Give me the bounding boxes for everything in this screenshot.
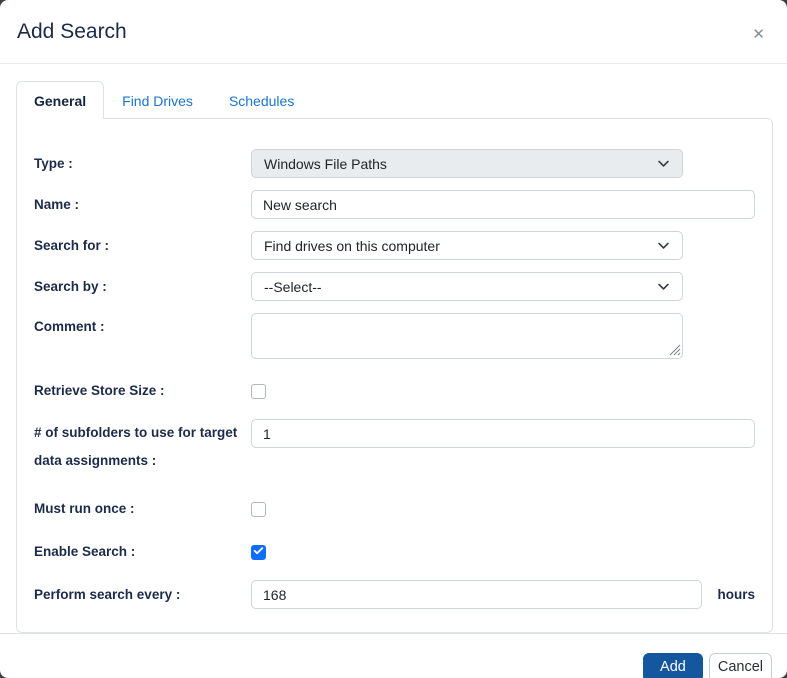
type-select[interactable]: Windows File Paths bbox=[251, 149, 683, 178]
chevron-down-icon bbox=[657, 280, 670, 293]
tab-general[interactable]: General bbox=[16, 81, 104, 119]
search-for-row: Search for : Find drives on this compute… bbox=[34, 231, 755, 260]
enable-search-row: Enable Search : bbox=[34, 538, 755, 566]
type-select-value: Windows File Paths bbox=[264, 156, 387, 172]
dialog-header: Add Search ✕ bbox=[0, 0, 787, 64]
search-by-label: Search by : bbox=[34, 273, 251, 301]
comment-row: Comment : bbox=[34, 313, 755, 359]
chevron-down-icon bbox=[657, 239, 670, 252]
dialog-footer: Add Cancel bbox=[0, 633, 787, 678]
add-button[interactable]: Add bbox=[643, 653, 703, 678]
search-for-select-value: Find drives on this computer bbox=[264, 238, 440, 254]
name-input[interactable] bbox=[251, 190, 755, 219]
search-by-select-value: --Select-- bbox=[264, 279, 322, 295]
enable-search-label: Enable Search : bbox=[34, 538, 251, 566]
type-row: Type : Windows File Paths bbox=[34, 149, 755, 178]
name-row: Name : bbox=[34, 190, 755, 219]
perform-search-every-input[interactable] bbox=[251, 580, 702, 609]
name-label: Name : bbox=[34, 191, 251, 219]
enable-search-checkbox[interactable] bbox=[251, 545, 266, 560]
tab-bar: General Find Drives Schedules bbox=[16, 81, 773, 118]
close-icon[interactable]: ✕ bbox=[746, 21, 771, 48]
dialog-title: Add Search bbox=[17, 19, 127, 45]
checkmark-icon bbox=[253, 543, 264, 561]
comment-field-wrap bbox=[251, 313, 683, 359]
must-run-once-checkbox[interactable] bbox=[251, 502, 266, 517]
subfolders-input[interactable] bbox=[251, 419, 755, 448]
type-label: Type : bbox=[34, 150, 251, 178]
search-for-select[interactable]: Find drives on this computer bbox=[251, 231, 683, 260]
subfolders-label: # of subfolders to use for target data a… bbox=[34, 419, 251, 475]
tab-schedules[interactable]: Schedules bbox=[211, 81, 312, 119]
comment-textarea[interactable] bbox=[251, 313, 683, 359]
retrieve-store-size-row: Retrieve Store Size : bbox=[34, 377, 755, 405]
perform-search-every-row: Perform search every : hours bbox=[34, 580, 755, 609]
must-run-once-label: Must run once : bbox=[34, 495, 251, 523]
tab-find-drives[interactable]: Find Drives bbox=[104, 81, 211, 119]
retrieve-store-size-checkbox[interactable] bbox=[251, 384, 266, 399]
tab-panel-general: Type : Windows File Paths Name : Search … bbox=[16, 118, 773, 633]
search-for-label: Search for : bbox=[34, 232, 251, 260]
comment-label: Comment : bbox=[34, 313, 251, 341]
subfolders-row: # of subfolders to use for target data a… bbox=[34, 419, 755, 475]
chevron-down-icon bbox=[657, 157, 670, 170]
dialog-body: General Find Drives Schedules Type : Win… bbox=[0, 64, 787, 633]
perform-search-every-label: Perform search every : bbox=[34, 581, 251, 609]
retrieve-store-size-label: Retrieve Store Size : bbox=[34, 377, 251, 405]
must-run-once-row: Must run once : bbox=[34, 495, 755, 523]
search-by-row: Search by : --Select-- bbox=[34, 272, 755, 301]
search-by-select[interactable]: --Select-- bbox=[251, 272, 683, 301]
hours-suffix-label: hours bbox=[717, 587, 755, 602]
cancel-button[interactable]: Cancel bbox=[709, 653, 772, 678]
add-search-dialog: Add Search ✕ General Find Drives Schedul… bbox=[0, 0, 787, 678]
